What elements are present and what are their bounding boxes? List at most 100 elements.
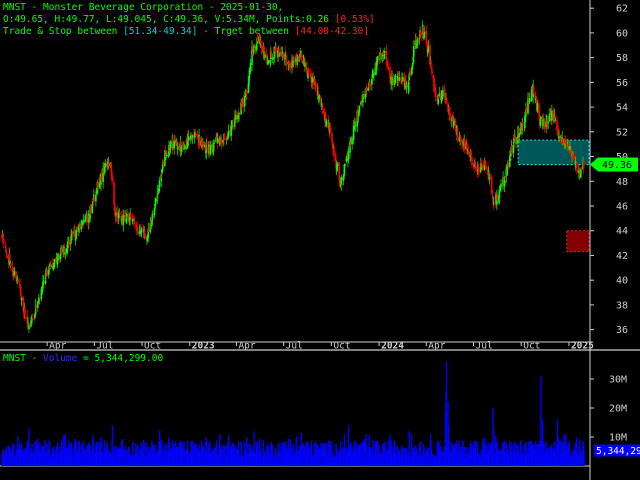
volume-bar [151,444,154,466]
candle-body [402,77,404,81]
candle [532,85,535,95]
candle-body [369,84,372,86]
candle-body [129,214,132,218]
candle-body [344,163,346,167]
volume-bar [24,448,27,466]
candle-body [95,194,97,202]
candle-body [110,164,113,176]
candle [434,86,437,102]
volume-bars [1,361,585,466]
candle-body [42,281,45,283]
volume-bar [583,450,585,466]
volume-bar [463,447,466,466]
volume-bar [166,451,168,466]
volume-bar [551,443,553,466]
candle [133,215,136,228]
candle-body [278,54,281,56]
volume-bar [21,444,23,466]
candle-body [133,218,136,225]
volume-bar [257,444,259,466]
candle-body [271,57,274,60]
candle-body [155,198,157,202]
candle [198,135,201,150]
volume-bar [496,441,499,466]
candle-body [227,130,230,137]
candle-body [147,229,150,232]
candle-body [253,45,255,48]
candle-body [214,140,217,142]
volume-bar [518,453,520,466]
price-tick-label: 52 [616,127,628,138]
candle-body [329,126,332,133]
candle-body [482,166,484,169]
volume-bar [416,456,419,466]
candle [438,86,441,98]
volume-bar [347,425,350,466]
candles [1,20,585,334]
candle-body [407,81,410,92]
volume-bar [445,361,448,466]
time-tick-label: Jul [286,341,303,352]
candle-body [305,62,308,71]
candle-body [115,213,117,216]
volume-bar [322,450,324,466]
volume-bar [271,444,273,466]
candle-body [53,258,56,268]
candle-body [583,160,585,165]
candle-body [289,63,292,67]
volume-bar [71,455,74,466]
candle-body [561,138,564,144]
candle-body [318,95,321,97]
candle-body [140,228,143,233]
candle-body [535,97,538,99]
candle-body [543,124,546,129]
candle-body [460,138,462,143]
volume-bar [395,455,397,466]
volume-bar [93,446,96,466]
candle-body [485,167,488,169]
volume-bar [188,456,190,466]
volume-bar [144,456,146,466]
candle-body [434,88,437,98]
volume-bar [355,445,357,466]
volume-bar [31,449,34,466]
candle-body [184,147,186,149]
candle-body [231,125,234,127]
candle-body [367,87,370,91]
volume-bar [413,453,415,466]
candle-body [28,325,30,330]
volume-bar [507,454,509,466]
candle-body [260,40,262,44]
volume-bar [333,457,335,466]
candle-body [431,69,433,75]
volume-bar [133,454,135,466]
volume-bar [453,447,455,466]
volume-bar [300,432,302,466]
volume-bar [286,448,288,466]
volume-bar [293,453,295,466]
volume-bar [235,449,237,466]
candle-body [24,317,27,319]
volume-bar [42,445,45,466]
volume-bar [213,447,215,466]
volume-bar [140,442,143,466]
candle-body [46,270,48,276]
volume-bar [28,428,30,466]
candle-body [551,110,553,121]
candle-body [111,176,114,181]
volume-bar [402,447,404,466]
volume-bar [420,454,422,466]
price-tick-label: 42 [616,251,628,262]
volume-bar [373,455,375,466]
time-tick-label: Apr [238,341,255,352]
volume-bar [119,448,121,466]
candle-body [416,39,419,43]
volume-bar [122,449,125,466]
candle-body [209,145,212,155]
last-price-label: 49.36 [602,160,632,171]
volume-bar [206,450,208,466]
volume-bar [576,452,578,466]
volume-bar [304,446,306,466]
volume-bar [311,456,313,466]
volume-bar [427,447,430,466]
